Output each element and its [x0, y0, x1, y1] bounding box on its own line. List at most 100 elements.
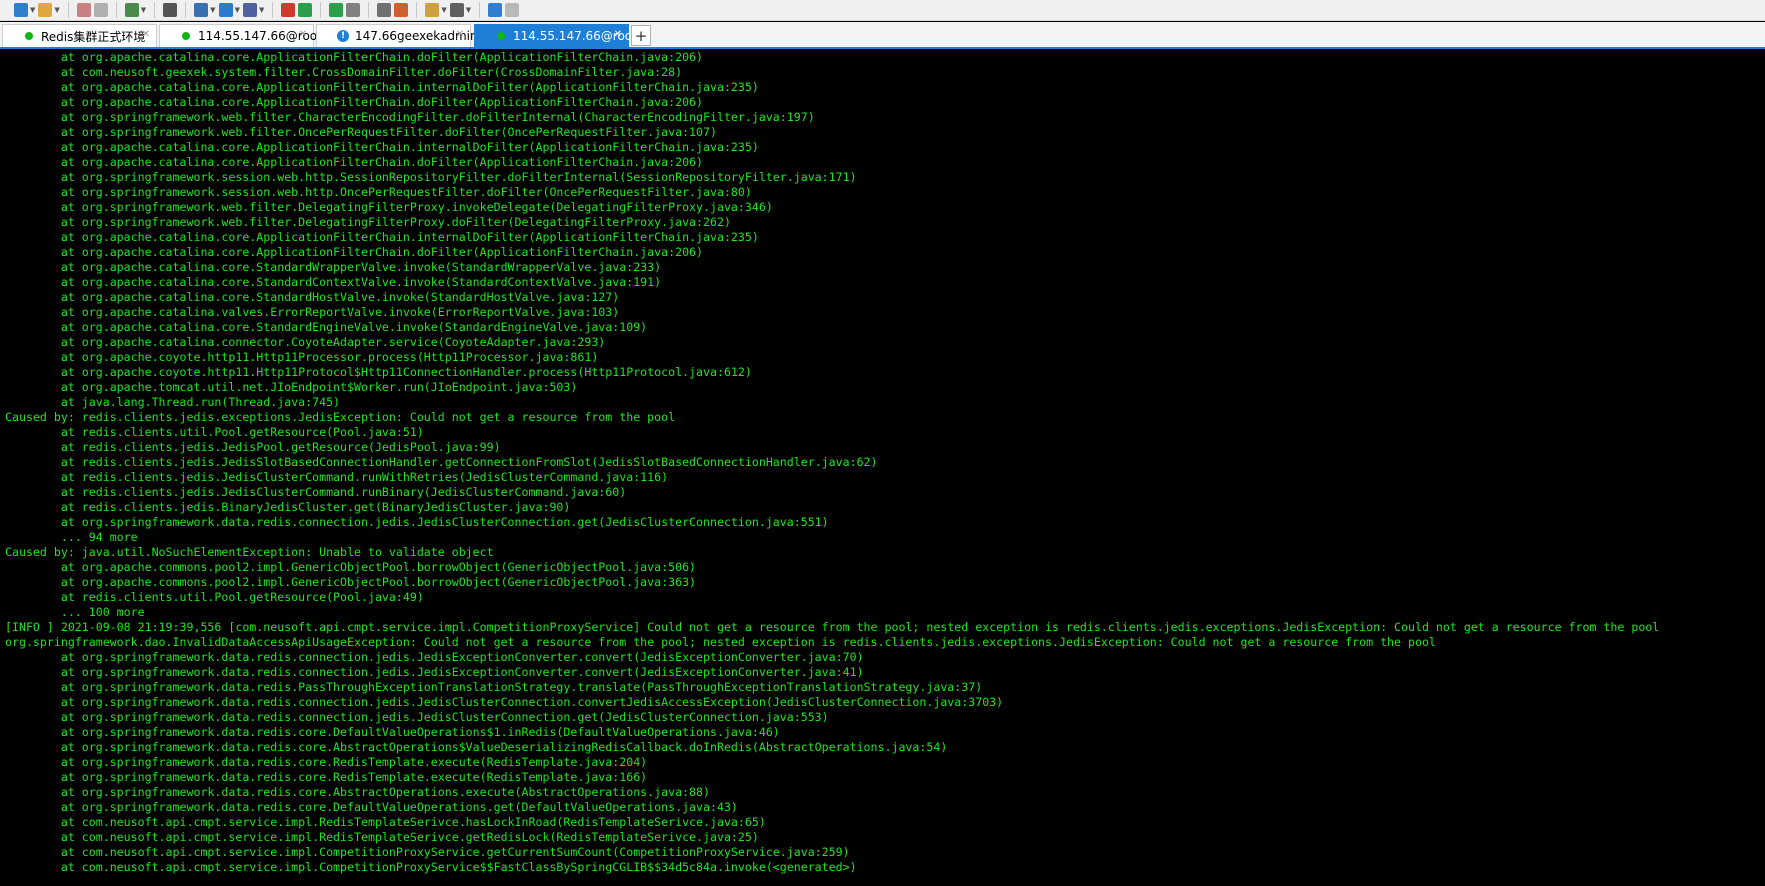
keyboard-button[interactable] — [377, 1, 392, 20]
xshell-button[interactable] — [281, 1, 296, 20]
toolbar-separator — [479, 2, 481, 18]
reconnect-button[interactable] — [93, 1, 108, 20]
connected-status-icon — [25, 32, 33, 40]
terminal-line: at redis.clients.jedis.JedisSlotBasedCon… — [5, 455, 878, 469]
terminal-line: at org.springframework.web.filter.OncePe… — [5, 125, 717, 139]
terminal-line: at org.springframework.data.redis.PassTh… — [5, 680, 983, 694]
chevron-down-icon[interactable]: ▼ — [30, 6, 35, 14]
terminal-line: at org.apache.catalina.connector.CoyoteA… — [5, 335, 606, 349]
terminal-line: at redis.clients.util.Pool.getResource(P… — [5, 425, 424, 439]
terminal-line: at org.springframework.web.filter.Charac… — [5, 110, 815, 124]
lock-icon — [346, 3, 361, 17]
terminal-line: at org.springframework.data.redis.connec… — [5, 515, 829, 529]
chevron-down-icon[interactable]: ▼ — [141, 6, 146, 14]
fullscreen-button[interactable] — [329, 1, 344, 20]
lock-button[interactable] — [346, 1, 361, 20]
toolbar-separator — [368, 2, 370, 18]
help-icon — [488, 3, 503, 17]
terminal-line: at org.springframework.session.web.http.… — [5, 185, 752, 199]
chat-icon — [505, 3, 520, 17]
terminal-line: at org.springframework.data.redis.core.R… — [5, 770, 648, 784]
chevron-down-icon[interactable]: ▼ — [441, 6, 446, 14]
connected-status-icon — [182, 32, 190, 40]
close-icon[interactable]: ✕ — [614, 29, 622, 40]
terminal-line: at redis.clients.jedis.JedisPool.getReso… — [5, 440, 501, 454]
tab-session-root-active[interactable]: 114.55.147.66@root ✕ — [474, 24, 637, 47]
chevron-down-icon[interactable]: ▼ — [259, 6, 264, 14]
keyboard-icon — [377, 3, 392, 17]
script-icon — [425, 3, 440, 17]
reconnect-icon — [93, 3, 108, 17]
terminal-line: at org.apache.catalina.core.StandardHost… — [5, 290, 620, 304]
terminal-line: at org.springframework.session.web.http.… — [5, 170, 857, 184]
terminal-line: at com.neusoft.geexek.system.filter.Cros… — [5, 65, 683, 79]
terminal-line: at org.springframework.data.redis.connec… — [5, 710, 829, 724]
layout-icon — [194, 3, 209, 17]
terminal-line: at org.apache.catalina.core.ApplicationF… — [5, 80, 759, 94]
chevron-down-icon[interactable]: ▼ — [466, 6, 471, 14]
terminal-line: at org.springframework.data.redis.core.A… — [5, 785, 710, 799]
disconnect-button[interactable] — [76, 1, 91, 20]
terminal-line: at org.apache.catalina.core.ApplicationF… — [5, 95, 704, 109]
globe-button[interactable]: ▼ — [218, 1, 240, 20]
help-button[interactable] — [488, 1, 503, 20]
terminal-line: at org.springframework.web.filter.Delega… — [5, 200, 773, 214]
terminal-line: at org.apache.coyote.http11.Http11Protoc… — [5, 365, 752, 379]
terminal-line: ... 94 more — [5, 530, 138, 544]
highlight-button[interactable] — [394, 1, 409, 20]
terminal-line: ... 100 more — [5, 605, 145, 619]
terminal-line: at org.apache.catalina.core.ApplicationF… — [5, 140, 759, 154]
toolbar-separator — [320, 2, 322, 18]
close-icon[interactable]: ✕ — [142, 29, 150, 40]
window-layout-button[interactable]: ▼ — [449, 1, 471, 20]
highlight-icon — [394, 3, 409, 17]
toolbar-separator — [115, 2, 117, 18]
warning-status-icon: ! — [337, 30, 349, 42]
terminal-line: at org.apache.coyote.http11.Http11Proces… — [5, 350, 599, 364]
chevron-down-icon[interactable]: ▼ — [235, 6, 240, 14]
chat-button[interactable] — [505, 1, 520, 20]
chevron-down-icon[interactable]: ▼ — [54, 6, 59, 14]
main-toolbar: ▼ ▼ ▼ ▼ ▼ ▼ ▼ ▼ — [0, 0, 1765, 21]
toolbar-separator — [416, 2, 418, 18]
session-tab-bar: Redis集群正式环境 ✕ 114.55.147.66@root ✕ ! 147… — [0, 22, 1765, 49]
terminal-line: at org.apache.catalina.core.StandardEngi… — [5, 320, 648, 334]
search-button[interactable] — [163, 1, 178, 20]
terminal-line: at org.springframework.data.redis.connec… — [5, 665, 864, 679]
terminal-line: at org.apache.catalina.valves.ErrorRepor… — [5, 305, 620, 319]
xshell-icon — [281, 3, 296, 17]
script-button[interactable]: ▼ — [425, 1, 447, 20]
terminal-line: at org.apache.catalina.core.ApplicationF… — [5, 230, 759, 244]
new-session-icon — [14, 3, 28, 17]
close-icon[interactable]: ✕ — [299, 29, 307, 40]
font-button[interactable]: ▼ — [242, 1, 264, 20]
terminal-line: at com.neusoft.api.cmpt.service.impl.Com… — [5, 860, 857, 874]
fullscreen-icon — [329, 3, 344, 17]
terminal-line: at com.neusoft.api.cmpt.service.impl.Red… — [5, 815, 766, 829]
terminal-line: at com.neusoft.api.cmpt.service.impl.Red… — [5, 830, 759, 844]
tab-label: Redis集群正式环境 — [41, 29, 146, 44]
tab-session-root-1[interactable]: 114.55.147.66@root ✕ — [159, 24, 322, 47]
tab-geexekadmin[interactable]: ! 147.66geexekadmin ✕ — [316, 24, 478, 47]
open-folder-button[interactable]: ▼ — [38, 1, 60, 20]
terminal-line: at org.springframework.web.filter.Delega… — [5, 215, 731, 229]
terminal-line: at org.apache.catalina.core.ApplicationF… — [5, 155, 704, 169]
tab-redis-cluster[interactable]: Redis集群正式环境 ✕ — [2, 24, 157, 47]
terminal-output[interactable]: at org.apache.catalina.core.ApplicationF… — [5, 50, 1761, 886]
terminal-line: Caused by: java.util.NoSuchElementExcept… — [5, 545, 494, 559]
terminal-line: at java.lang.Thread.run(Thread.java:745) — [5, 395, 341, 409]
xftp-button[interactable] — [298, 1, 313, 20]
layout-button[interactable]: ▼ — [194, 1, 216, 20]
close-icon[interactable]: ✕ — [456, 29, 464, 40]
terminal-line: at org.apache.catalina.core.ApplicationF… — [5, 50, 704, 64]
new-session-button[interactable]: ▼ — [14, 1, 35, 20]
chevron-down-icon[interactable]: ▼ — [210, 6, 215, 14]
terminal-line: at org.springframework.data.redis.connec… — [5, 695, 1004, 709]
terminal-line: at com.neusoft.api.cmpt.service.impl.Com… — [5, 845, 850, 859]
new-tab-button[interactable]: + — [631, 25, 651, 46]
properties-button[interactable]: ▼ — [124, 1, 146, 20]
terminal-line: at org.apache.commons.pool2.impl.Generic… — [5, 560, 697, 574]
terminal-line: at org.springframework.data.redis.core.R… — [5, 755, 648, 769]
toolbar-separator — [67, 2, 69, 18]
terminal-line: [INFO ] 2021-09-08 21:19:39,556 [com.neu… — [5, 620, 1660, 634]
